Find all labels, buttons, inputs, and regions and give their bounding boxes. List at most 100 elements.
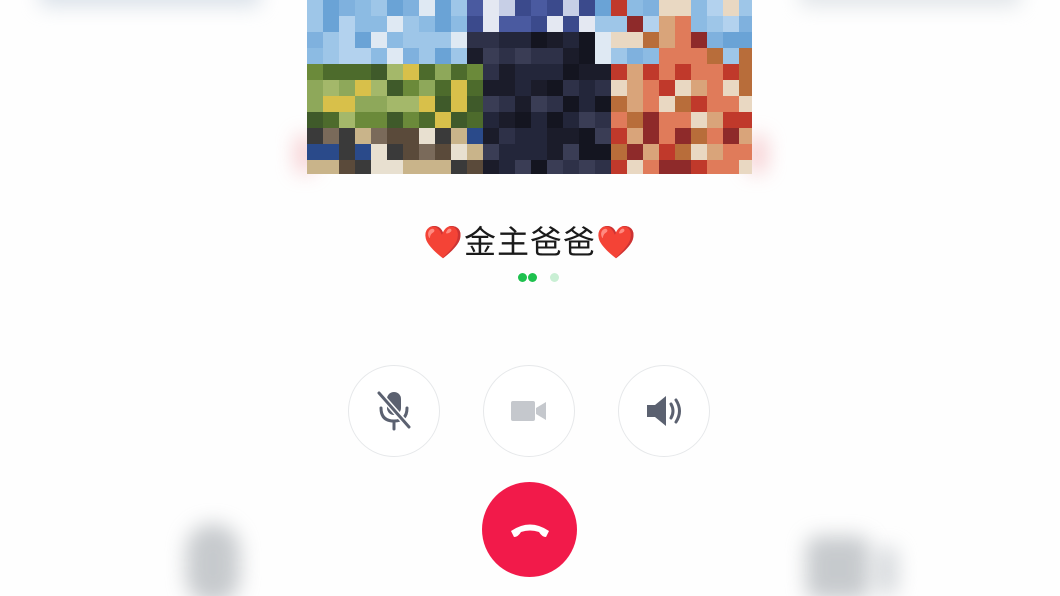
mosaic-tile bbox=[371, 32, 387, 48]
mosaic-tile bbox=[659, 16, 675, 32]
mosaic-tile bbox=[483, 32, 499, 48]
mosaic-tile bbox=[387, 16, 403, 32]
mosaic-tile bbox=[307, 80, 323, 96]
mosaic-tile bbox=[435, 32, 451, 48]
mosaic-tile bbox=[419, 64, 435, 80]
mosaic-tile bbox=[691, 128, 707, 144]
mosaic-tile bbox=[579, 48, 595, 64]
mosaic-tile bbox=[707, 160, 723, 174]
mosaic-tile bbox=[355, 160, 371, 174]
mosaic-tile bbox=[451, 0, 467, 16]
mosaic-tile bbox=[515, 160, 531, 174]
mosaic-tile bbox=[691, 96, 707, 112]
mosaic-tile bbox=[307, 144, 323, 160]
mosaic-tile bbox=[403, 48, 419, 64]
mosaic-tile bbox=[403, 96, 419, 112]
mosaic-tile bbox=[691, 48, 707, 64]
mosaic-tile bbox=[307, 16, 323, 32]
mute-button[interactable] bbox=[348, 365, 440, 457]
mosaic-tile bbox=[627, 64, 643, 80]
mosaic-tile bbox=[371, 144, 387, 160]
mosaic-tile bbox=[371, 80, 387, 96]
mosaic-tile bbox=[467, 112, 483, 128]
mosaic-tile bbox=[307, 128, 323, 144]
mosaic-tile bbox=[739, 160, 752, 174]
mosaic-tile bbox=[547, 112, 563, 128]
blurred-edge bbox=[876, 546, 898, 596]
mosaic-tile bbox=[579, 96, 595, 112]
mosaic-tile bbox=[723, 144, 739, 160]
mosaic-tile bbox=[627, 0, 643, 16]
mosaic-tile bbox=[643, 96, 659, 112]
mosaic-tile bbox=[531, 0, 547, 16]
mosaic-tile bbox=[691, 112, 707, 128]
connecting-indicator bbox=[518, 272, 560, 282]
mosaic-tile bbox=[531, 48, 547, 64]
mosaic-tile bbox=[403, 80, 419, 96]
mosaic-tile bbox=[451, 64, 467, 80]
mosaic-tile bbox=[659, 160, 675, 174]
mosaic-tile bbox=[595, 16, 611, 32]
speaker-button[interactable] bbox=[618, 365, 710, 457]
mosaic-tile bbox=[563, 80, 579, 96]
call-screen: ❤️金主爸爸❤️ bbox=[0, 0, 1060, 596]
mosaic-tile bbox=[659, 32, 675, 48]
mosaic-tile bbox=[563, 64, 579, 80]
mosaic-tile bbox=[739, 112, 752, 128]
mosaic-tile bbox=[611, 80, 627, 96]
mosaic-tile bbox=[659, 128, 675, 144]
mosaic-tile bbox=[435, 96, 451, 112]
mosaic-tile bbox=[355, 144, 371, 160]
mosaic-tile bbox=[547, 64, 563, 80]
video-button[interactable] bbox=[483, 365, 575, 457]
mosaic-tile bbox=[339, 160, 355, 174]
mosaic-tile bbox=[307, 0, 323, 16]
mosaic-tile bbox=[627, 48, 643, 64]
mosaic-tile bbox=[563, 0, 579, 16]
mosaic-tile bbox=[739, 64, 752, 80]
mosaic-tile bbox=[659, 64, 675, 80]
mosaic-tile bbox=[547, 80, 563, 96]
mosaic-tile bbox=[723, 160, 739, 174]
mosaic-tile bbox=[403, 128, 419, 144]
mosaic-tile bbox=[435, 0, 451, 16]
mosaic-tile bbox=[403, 112, 419, 128]
mosaic-tile bbox=[307, 160, 323, 174]
mosaic-tile bbox=[419, 80, 435, 96]
mosaic-tile bbox=[643, 80, 659, 96]
mosaic-tile bbox=[579, 112, 595, 128]
mosaic-tile bbox=[531, 16, 547, 32]
mosaic-tile bbox=[659, 144, 675, 160]
mosaic-tile bbox=[451, 96, 467, 112]
mosaic-tile bbox=[355, 80, 371, 96]
mosaic-tile bbox=[339, 144, 355, 160]
mosaic-tile bbox=[451, 48, 467, 64]
mosaic-tile bbox=[563, 128, 579, 144]
mosaic-tile bbox=[707, 48, 723, 64]
mosaic-tile bbox=[387, 80, 403, 96]
hang-up-button[interactable] bbox=[482, 482, 577, 577]
mosaic-tile bbox=[323, 112, 339, 128]
mosaic-tile bbox=[467, 128, 483, 144]
mosaic-tile bbox=[323, 96, 339, 112]
mosaic-tile bbox=[451, 112, 467, 128]
mosaic-tile bbox=[675, 16, 691, 32]
mosaic-tile bbox=[723, 16, 739, 32]
mosaic-tile bbox=[707, 128, 723, 144]
mosaic-tile bbox=[515, 64, 531, 80]
mosaic-tile bbox=[675, 160, 691, 174]
mosaic-tile bbox=[387, 128, 403, 144]
mosaic-tile bbox=[611, 112, 627, 128]
mosaic-tile bbox=[387, 96, 403, 112]
mosaic-tile bbox=[339, 16, 355, 32]
mosaic-tile bbox=[611, 32, 627, 48]
mosaic-tile bbox=[563, 32, 579, 48]
mosaic-tile bbox=[707, 32, 723, 48]
mosaic-tile bbox=[323, 0, 339, 16]
mosaic-tile bbox=[707, 112, 723, 128]
mosaic-tile bbox=[451, 32, 467, 48]
mosaic-tile bbox=[515, 128, 531, 144]
mosaic-tile bbox=[323, 160, 339, 174]
mosaic-tile bbox=[595, 32, 611, 48]
mosaic-tile bbox=[627, 128, 643, 144]
